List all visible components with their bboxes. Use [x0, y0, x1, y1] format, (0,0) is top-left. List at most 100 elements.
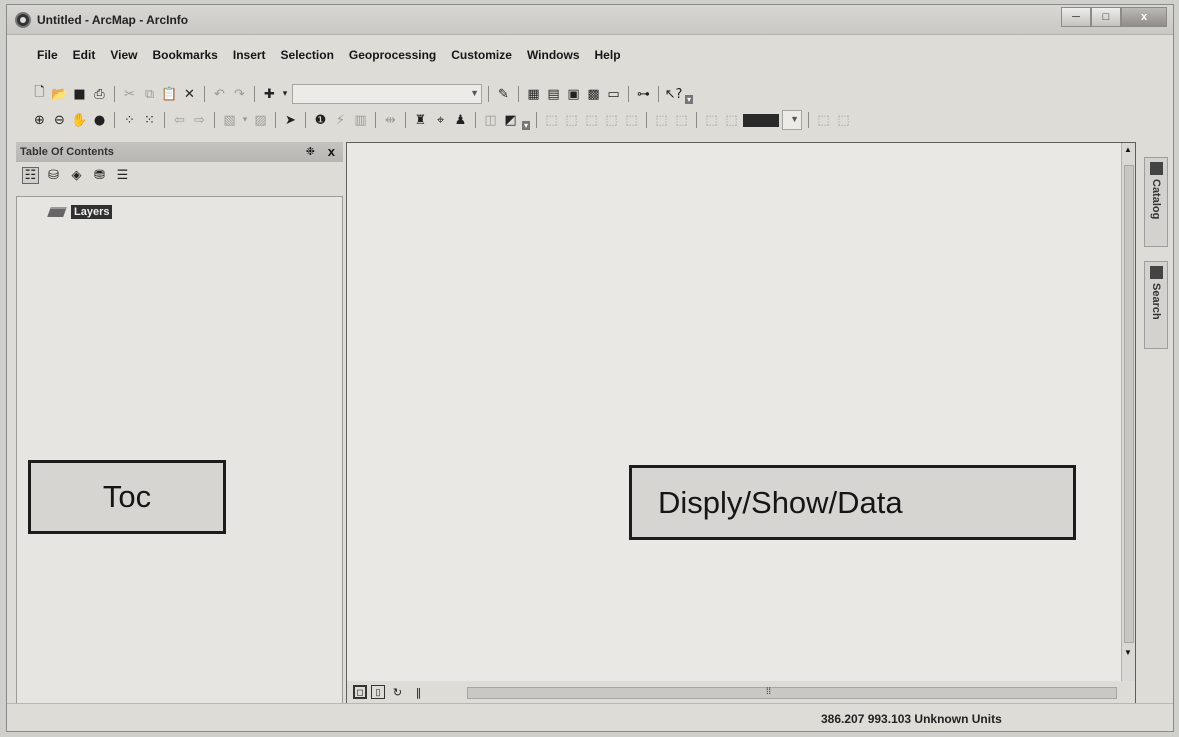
toolbar-separator	[375, 112, 376, 128]
find-icon[interactable]: ♜	[412, 112, 429, 129]
search-dock-tab[interactable]: Search	[1144, 261, 1168, 349]
map-scale-combo[interactable]: ▼	[292, 84, 482, 104]
new-document-icon[interactable]: 🗋	[31, 85, 48, 103]
paste-icon[interactable]: 📋	[161, 86, 178, 103]
catalog-dock-tab[interactable]: Catalog	[1144, 157, 1168, 247]
color-swatch[interactable]	[743, 113, 780, 127]
fixed-zoom-in-icon[interactable]: ⁘	[121, 112, 138, 129]
zoom-in-icon[interactable]: ⊕	[31, 112, 48, 129]
toolbar-options-icon[interactable]: ▾	[685, 94, 694, 104]
minimize-button[interactable]: ─	[1061, 7, 1091, 27]
map-display[interactable]: ▲ ▼ ◻ ▯ ↻ ‖ ⁞⁞	[346, 142, 1136, 704]
data-view-icon[interactable]: ◻	[353, 685, 367, 699]
window-controls: ─ □ x	[1061, 7, 1167, 27]
close-button[interactable]: x	[1121, 7, 1167, 27]
layout-tool-icon[interactable]: ⬚	[815, 112, 832, 129]
refresh-icon[interactable]: ↻	[389, 684, 406, 701]
full-extent-icon[interactable]: ●	[91, 112, 108, 129]
redo-icon[interactable]: ↷	[231, 86, 248, 103]
arctoolbox-icon[interactable]: ▭	[605, 86, 622, 103]
back-extent-icon[interactable]: ⇦	[171, 112, 188, 129]
html-popup-icon[interactable]: ▥	[352, 112, 369, 129]
layout-tool-icon[interactable]: ⬚	[563, 112, 580, 129]
menu-help[interactable]: Help	[589, 48, 630, 66]
measure-icon[interactable]: ⇹	[382, 112, 399, 129]
menu-selection[interactable]: Selection	[275, 48, 343, 66]
find-route-icon[interactable]: ♟	[452, 112, 469, 129]
undo-icon[interactable]: ↶	[211, 86, 228, 103]
select-features-icon[interactable]: ▧	[221, 112, 238, 129]
layers-label[interactable]: Layers	[71, 205, 113, 219]
fixed-zoom-out-icon[interactable]: ⁙	[141, 112, 158, 129]
toolbar-separator	[114, 86, 115, 102]
search-window-icon[interactable]: ▣	[565, 86, 582, 103]
layout-tool-icon[interactable]: ⬚	[543, 112, 560, 129]
toc-header: Table Of Contents ❉ x	[16, 142, 343, 162]
list-by-visibility-icon[interactable]: ◈	[68, 167, 85, 184]
hyperlink-icon[interactable]: ⚡	[332, 112, 349, 129]
delete-icon[interactable]: ✕	[181, 86, 198, 103]
pin-icon[interactable]: ❉	[306, 145, 315, 158]
identify-icon[interactable]: ❶	[312, 112, 329, 129]
toc-annotation-label: Toc	[28, 460, 226, 534]
layout-tool-icon[interactable]: ⬚	[583, 112, 600, 129]
open-icon[interactable]: 📂	[51, 86, 68, 103]
menu-customize[interactable]: Customize	[445, 48, 521, 66]
copy-icon[interactable]: ⧉	[141, 86, 158, 103]
clear-selection-icon[interactable]: ▨	[252, 112, 269, 129]
toolbar-options-icon[interactable]: ▾	[522, 120, 531, 130]
layout-tool-icon[interactable]: ⬚	[653, 112, 670, 129]
add-data-icon[interactable]: ✚	[261, 86, 278, 103]
pan-icon[interactable]: ✋	[71, 112, 88, 129]
menu-view[interactable]: View	[104, 48, 146, 66]
list-by-source-icon[interactable]: ⛁	[45, 167, 62, 184]
menu-insert[interactable]: Insert	[227, 48, 275, 66]
layout-tool-icon[interactable]: ⬚	[723, 112, 740, 129]
toc-close-button[interactable]: x	[328, 144, 335, 159]
layers-node[interactable]: Layers	[47, 205, 113, 219]
list-by-drawing-order-icon[interactable]: ☷	[22, 166, 39, 184]
layout-tool-icon[interactable]: ⬚	[603, 112, 620, 129]
options-icon[interactable]: ☰	[114, 167, 131, 184]
layout-tool-icon[interactable]: ⬚	[703, 112, 720, 129]
chevron-down-icon[interactable]: ▾	[241, 112, 249, 129]
catalog-tab-label: Catalog	[1150, 179, 1162, 220]
toolbar-separator	[488, 86, 489, 102]
menu-bookmarks[interactable]: Bookmarks	[146, 48, 226, 66]
python-icon[interactable]: ▩	[585, 86, 602, 103]
whats-this-icon[interactable]: ↖?	[665, 86, 683, 103]
editor-icon[interactable]: ✎	[495, 86, 512, 103]
print-icon[interactable]: ⎙	[91, 86, 108, 103]
select-elements-icon[interactable]: ➤	[282, 112, 299, 129]
modelbuilder-icon[interactable]: ⊶	[635, 86, 652, 103]
scroll-up-icon[interactable]: ▲	[1124, 145, 1132, 154]
time-slider-icon[interactable]: ◫	[482, 112, 499, 129]
menu-geoprocessing[interactable]: Geoprocessing	[343, 48, 445, 66]
scroll-down-icon[interactable]: ▼	[1124, 648, 1132, 657]
create-viewer-icon[interactable]: ◩	[502, 112, 519, 129]
layout-tool-icon[interactable]: ⬚	[835, 112, 852, 129]
scroll-thumb[interactable]	[1124, 165, 1134, 643]
toolbar-separator	[628, 86, 629, 102]
layout-tool-icon[interactable]: ⬚	[673, 112, 690, 129]
catalog-window-icon[interactable]: ▤	[545, 86, 562, 103]
menu-edit[interactable]: Edit	[67, 48, 105, 66]
color-dropdown[interactable]: ▼	[782, 110, 803, 130]
layout-tool-icon[interactable]: ⬚	[623, 112, 640, 129]
list-by-selection-icon[interactable]: ⛃	[91, 167, 108, 184]
maximize-button[interactable]: □	[1091, 7, 1121, 27]
table-icon[interactable]: ▦	[525, 86, 542, 103]
menu-windows[interactable]: Windows	[521, 48, 589, 66]
menu-file[interactable]: File	[31, 48, 67, 66]
chevron-down-icon[interactable]: ▾	[281, 86, 289, 103]
zoom-out-icon[interactable]: ⊖	[51, 112, 68, 129]
go-to-xy-icon[interactable]: ⌖	[432, 112, 449, 129]
layout-view-icon[interactable]: ▯	[371, 685, 385, 699]
forward-extent-icon[interactable]: ⇨	[191, 112, 208, 129]
cut-icon[interactable]: ✂	[121, 86, 138, 103]
pause-drawing-icon[interactable]: ‖	[410, 684, 427, 701]
title-bar[interactable]: Untitled - ArcMap - ArcInfo ─ □ x	[7, 5, 1173, 35]
horizontal-scrollbar[interactable]: ⁞⁞	[467, 686, 1117, 699]
save-icon[interactable]: ■	[71, 86, 88, 103]
vertical-scrollbar[interactable]: ▲ ▼	[1121, 143, 1135, 683]
